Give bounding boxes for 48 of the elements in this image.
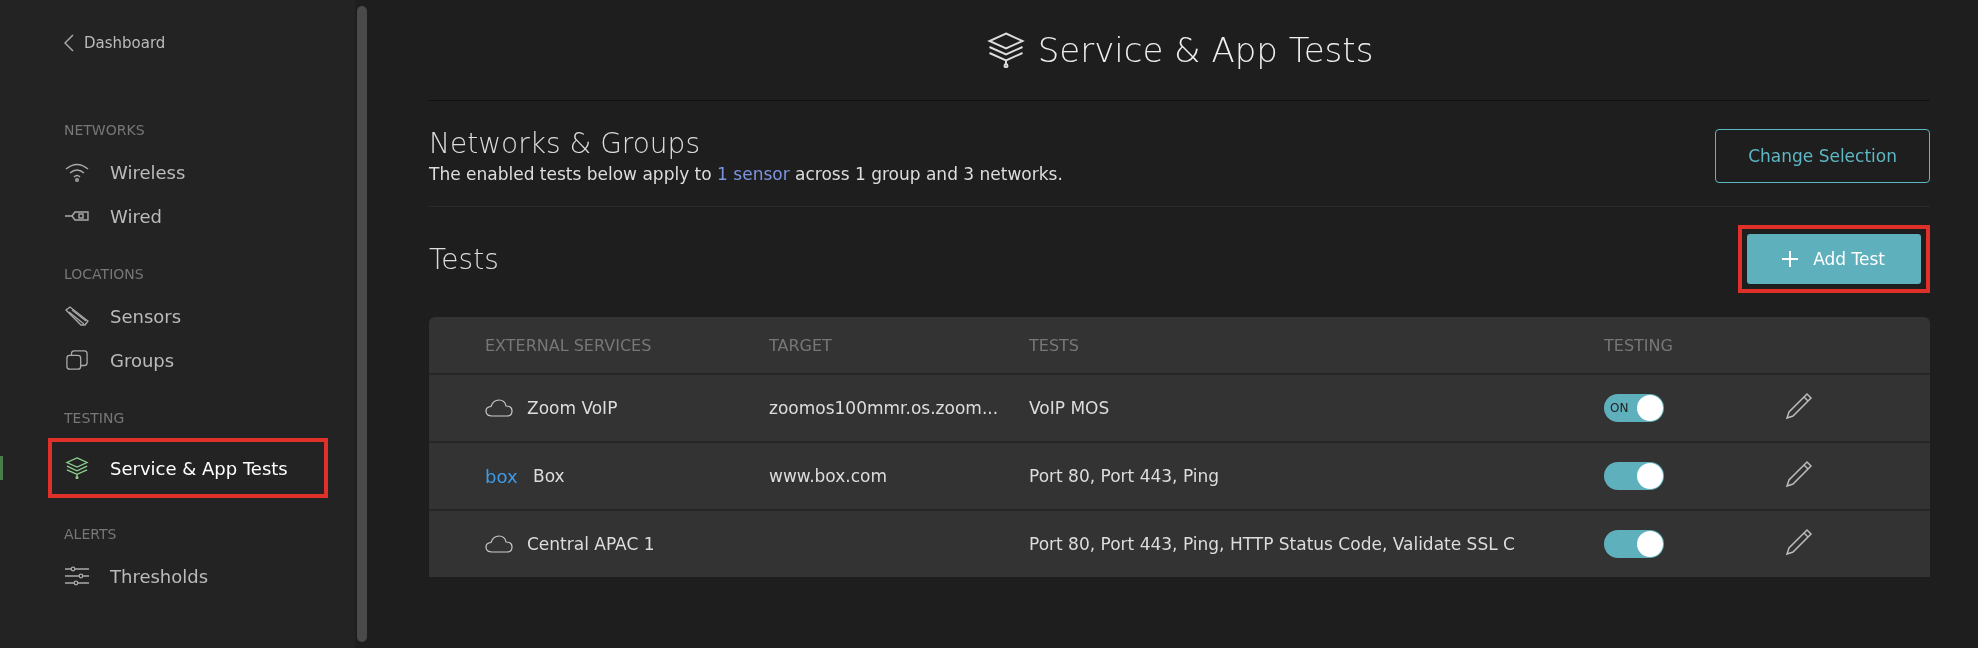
column-header: TESTS — [1029, 335, 1080, 355]
edit-icon[interactable] — [1784, 459, 1814, 489]
section-heading: LOCATIONS — [64, 266, 145, 282]
service-logo: box — [485, 465, 519, 487]
layers-icon — [985, 32, 1026, 68]
dashboard-back-link[interactable]: Dashboard — [64, 34, 355, 52]
sidebar-item[interactable]: Service & App Tests — [48, 438, 328, 498]
testing-toggle[interactable] — [1604, 530, 1664, 558]
testing-toggle[interactable]: ON — [1604, 394, 1664, 422]
target-text: zoomos100mmr.os.zoom... — [769, 398, 999, 418]
tests-text: Port 80, Port 443, Ping, HTTP Status Code, Validate SSL C — [1029, 534, 1515, 554]
sensor-icon — [64, 305, 90, 327]
sidebar-item[interactable]: Wireless — [64, 150, 186, 194]
section-title: Tests — [429, 242, 499, 276]
service-name: Zoom VoIP — [527, 398, 618, 418]
wifi-icon — [64, 161, 90, 183]
section-heading: TESTING — [64, 410, 126, 426]
service-name: Central APAC 1 — [527, 534, 655, 554]
section-title: Networks & Groups — [429, 127, 701, 160]
target-text: www.box.com — [769, 466, 887, 486]
testing-toggle[interactable] — [1604, 462, 1664, 490]
active-indicator — [0, 456, 3, 480]
sidebar-item[interactable]: Groups — [64, 338, 175, 382]
edit-icon[interactable] — [1784, 527, 1814, 557]
tests-text: VoIP MOS — [1029, 398, 1110, 418]
groups-icon — [64, 349, 90, 371]
plus-icon — [1781, 250, 1800, 268]
service-name: Box — [533, 466, 565, 486]
section-heading: ALERTS — [64, 526, 118, 542]
sensor-link[interactable]: 1 sensor — [717, 164, 790, 184]
page-title: Service & App Tests — [985, 30, 1374, 70]
column-header: TESTING — [1604, 335, 1674, 355]
selection-description: The enabled tests below apply to 1 sensor across 1 group and 3 networks. — [429, 164, 1063, 184]
sidebar-item[interactable]: Sensors — [64, 294, 182, 338]
cloud-icon — [485, 535, 513, 553]
scrollbar[interactable] — [357, 6, 367, 642]
change-selection-button[interactable]: Change Selection — [1715, 128, 1930, 183]
chevron-left-icon — [64, 34, 74, 52]
tests-text: Port 80, Port 443, Ping — [1029, 466, 1220, 486]
sliders-icon — [64, 565, 90, 587]
column-header: EXTERNAL SERVICES — [484, 335, 653, 355]
column-header: TARGET — [769, 335, 833, 355]
sidebar-item[interactable]: Wired — [64, 194, 162, 238]
section-heading: NETWORKS — [64, 122, 146, 138]
sidebar-item[interactable]: Thresholds — [64, 554, 209, 598]
cloud-icon — [485, 399, 513, 417]
layers-icon — [64, 457, 90, 479]
edit-icon[interactable] — [1784, 391, 1814, 421]
